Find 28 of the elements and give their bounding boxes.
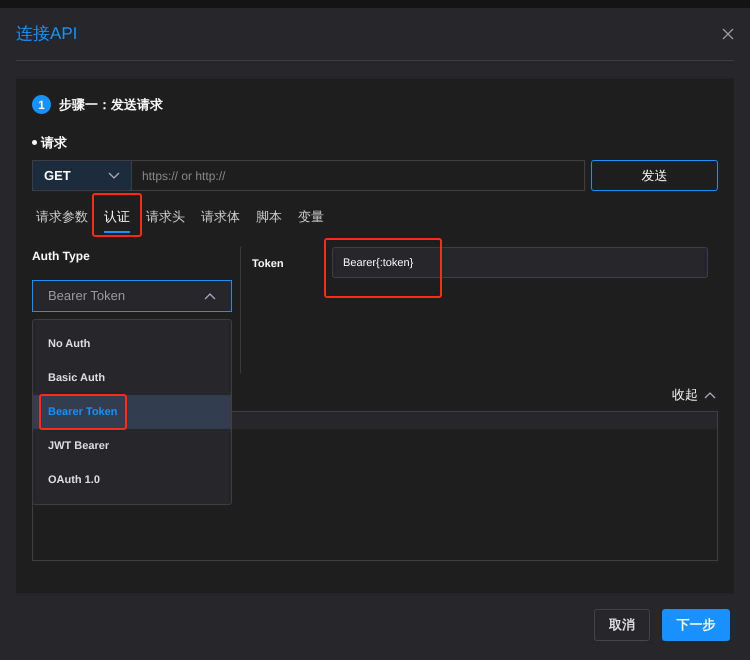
token-label: Token <box>252 257 285 272</box>
section-label: 请求 <box>41 134 67 152</box>
tab[interactable]: 请求参数 <box>36 205 88 233</box>
cancel-button[interactable]: 取消 <box>594 609 650 641</box>
close-icon[interactable] <box>722 28 734 40</box>
method-select[interactable]: GET <box>32 160 132 191</box>
step-number: 1 <box>32 95 51 114</box>
bullet-icon <box>32 140 37 145</box>
auth-type-select[interactable]: Bearer Token <box>32 280 232 312</box>
chevron-down-icon <box>108 172 120 180</box>
url-input[interactable]: https:// or http:// <box>132 160 585 191</box>
collapse-link[interactable]: 收起 <box>672 385 698 404</box>
dropdown-option[interactable]: No Auth <box>33 327 231 361</box>
send-button[interactable]: 发送 <box>591 160 718 191</box>
dropdown-option[interactable]: JWT Bearer <box>33 429 231 463</box>
auth-type-label: Auth Type <box>32 248 91 265</box>
dialog-title: 连接API <box>16 23 78 46</box>
tab[interactable]: 请求体 <box>201 205 240 233</box>
tab[interactable]: 请求头 <box>146 205 185 233</box>
dropdown-option[interactable]: Basic Auth <box>33 361 231 395</box>
chevron-up-icon <box>204 292 216 300</box>
token-input[interactable]: Bearer{:token} <box>332 247 708 278</box>
tab[interactable]: 脚本 <box>256 205 282 233</box>
dropdown-option[interactable]: OAuth 1.0 <box>33 463 231 497</box>
step-title: 步骤一：发送请求 <box>59 96 163 114</box>
chevron-up-icon <box>704 390 716 399</box>
tab[interactable]: 认证 <box>104 205 130 233</box>
tab[interactable]: 变量 <box>298 205 324 233</box>
